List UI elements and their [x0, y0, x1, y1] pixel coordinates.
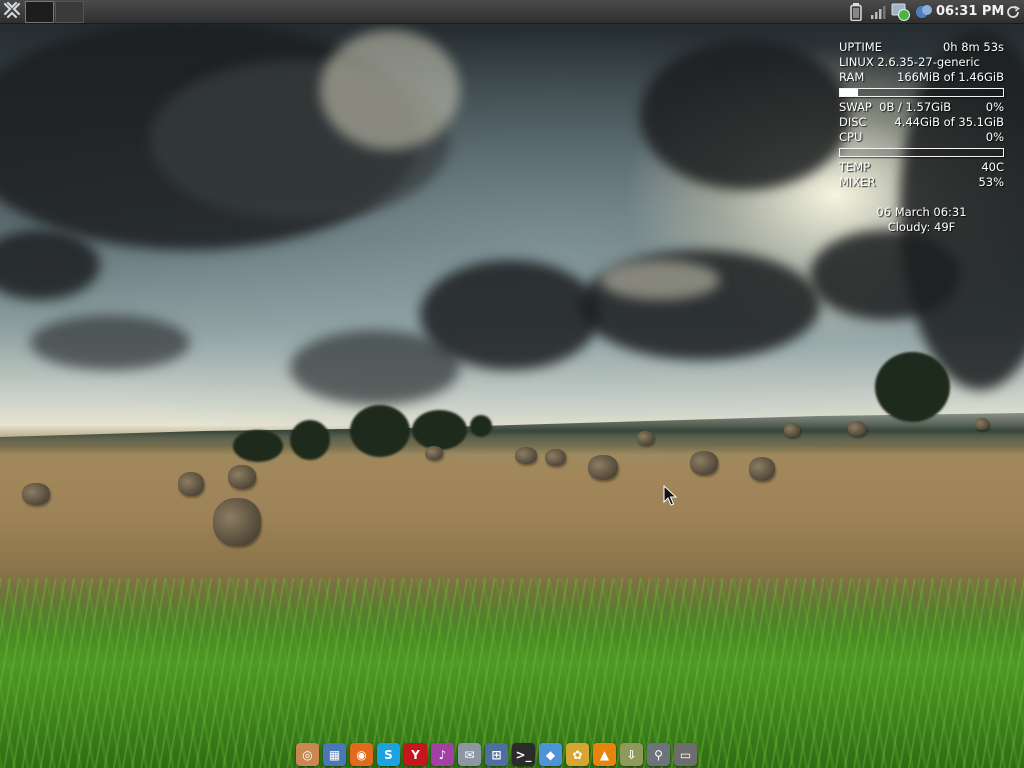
cpu-label: CPU: [839, 130, 863, 144]
treeline: [0, 413, 1024, 455]
swap-percent: 0%: [985, 100, 1004, 114]
dropbox-icon[interactable]: ◆: [539, 743, 562, 766]
mixer-value: 53%: [978, 175, 1004, 189]
hay-bale: [545, 449, 566, 466]
hay-bale: [690, 451, 718, 475]
hay-bale: [178, 472, 204, 496]
battery-icon[interactable]: [848, 2, 864, 22]
hay-bale: [425, 446, 443, 460]
tree: [470, 415, 492, 437]
session-menu-icon[interactable]: [1005, 2, 1021, 22]
hay-bale: [213, 498, 261, 546]
swap-value: 0B / 1.57GiB: [879, 100, 952, 114]
disc-row: DISC 4.44GiB of 35.1GiB: [839, 115, 1004, 130]
download-icon[interactable]: ⇩: [620, 743, 643, 766]
tree: [875, 352, 950, 422]
cpu-percent: 0%: [985, 130, 1004, 144]
vlc-icon[interactable]: ▲: [593, 743, 616, 766]
mouse-cursor-icon: [663, 484, 678, 511]
conky-system-monitor: UPTIME 0h 8m 53s LINUX 2.6.35-27-generic…: [839, 40, 1004, 235]
hay-bale: [749, 457, 775, 481]
grass-foreground: [0, 578, 1024, 768]
panel-clock[interactable]: 06:31 PM: [936, 0, 1004, 24]
hay-bale: [588, 455, 618, 480]
hay-bale: [22, 483, 50, 505]
app-menu-icon: [3, 1, 21, 23]
tree: [350, 405, 410, 457]
network-icon[interactable]: ⊞: [485, 743, 508, 766]
hay-bale: [637, 431, 654, 445]
temp-value: 40C: [981, 160, 1004, 174]
weather-indicator-icon[interactable]: [914, 2, 934, 22]
hay-bale: [784, 423, 800, 437]
tree: [412, 410, 467, 450]
image-viewer-icon[interactable]: ▦: [323, 743, 346, 766]
ram-value: 166MiB of 1.46GiB: [897, 70, 1004, 84]
cpu-usage-bar: [839, 148, 1004, 157]
cloud: [600, 260, 720, 300]
cloud: [640, 40, 850, 190]
main-menu-button[interactable]: [1, 1, 23, 23]
ram-usage-bar: [839, 88, 1004, 97]
cloud: [0, 230, 100, 300]
disc-value: 4.44GiB of 35.1GiB: [894, 115, 1004, 129]
kernel-row: LINUX 2.6.35-27-generic: [839, 55, 1004, 70]
firefox-icon[interactable]: ◉: [350, 743, 373, 766]
signal-strength-icon[interactable]: [869, 2, 887, 22]
ram-label: RAM: [839, 70, 865, 84]
hay-bale: [228, 465, 256, 489]
workspace-switcher-2[interactable]: [55, 1, 84, 23]
temp-label: TEMP: [839, 160, 871, 174]
kernel-version: LINUX 2.6.35-27-generic: [839, 55, 980, 69]
search-icon[interactable]: ⚲: [647, 743, 670, 766]
cloud: [810, 230, 960, 320]
conky-date: 06 March 06:31: [876, 205, 967, 219]
music-player-icon[interactable]: ♪: [431, 743, 454, 766]
yahoo-icon[interactable]: Y: [404, 743, 427, 766]
skype-icon[interactable]: S: [377, 743, 400, 766]
uptime-label: UPTIME: [839, 40, 882, 54]
application-dock: ◎ ▦ ◉ S Y ♪ ✉ ⊞ >_ ◆ ✿ ▲ ⇩ ⚲ ▭: [296, 741, 733, 768]
cloud: [30, 315, 190, 370]
cpu-row: CPU 0%: [839, 130, 1004, 145]
tree: [233, 430, 283, 462]
mixer-label: MIXER: [839, 175, 876, 189]
temp-row: TEMP 40C: [839, 160, 1004, 175]
conky-weather: Cloudy: 49F: [887, 220, 956, 234]
hay-bale: [975, 418, 989, 430]
top-panel: 06:31 PM: [0, 0, 1024, 24]
mail-icon[interactable]: ✉: [458, 743, 481, 766]
swap-row: SWAP 0B / 1.57GiB 0%: [839, 100, 1004, 115]
mixer-row: MIXER 53%: [839, 175, 1004, 190]
swap-label: SWAP: [839, 100, 872, 114]
photo-editor-icon[interactable]: ✿: [566, 743, 589, 766]
hay-bale: [848, 421, 866, 436]
cloud: [420, 260, 600, 370]
ram-usage-fill: [840, 89, 858, 96]
ubuntu-software-icon[interactable]: ◎: [296, 743, 319, 766]
uptime-row: UPTIME 0h 8m 53s: [839, 40, 1004, 55]
terminal-icon[interactable]: >_: [512, 743, 535, 766]
hay-bale: [515, 447, 537, 464]
cloud: [320, 30, 460, 150]
network-status-icon[interactable]: [891, 2, 911, 22]
disc-label: DISC: [839, 115, 867, 129]
tree: [290, 420, 330, 460]
ram-row: RAM 166MiB of 1.46GiB: [839, 70, 1004, 85]
workspace-switcher-1[interactable]: [25, 1, 54, 23]
uptime-value: 0h 8m 53s: [942, 40, 1004, 54]
folder-icon[interactable]: ▭: [674, 743, 697, 766]
